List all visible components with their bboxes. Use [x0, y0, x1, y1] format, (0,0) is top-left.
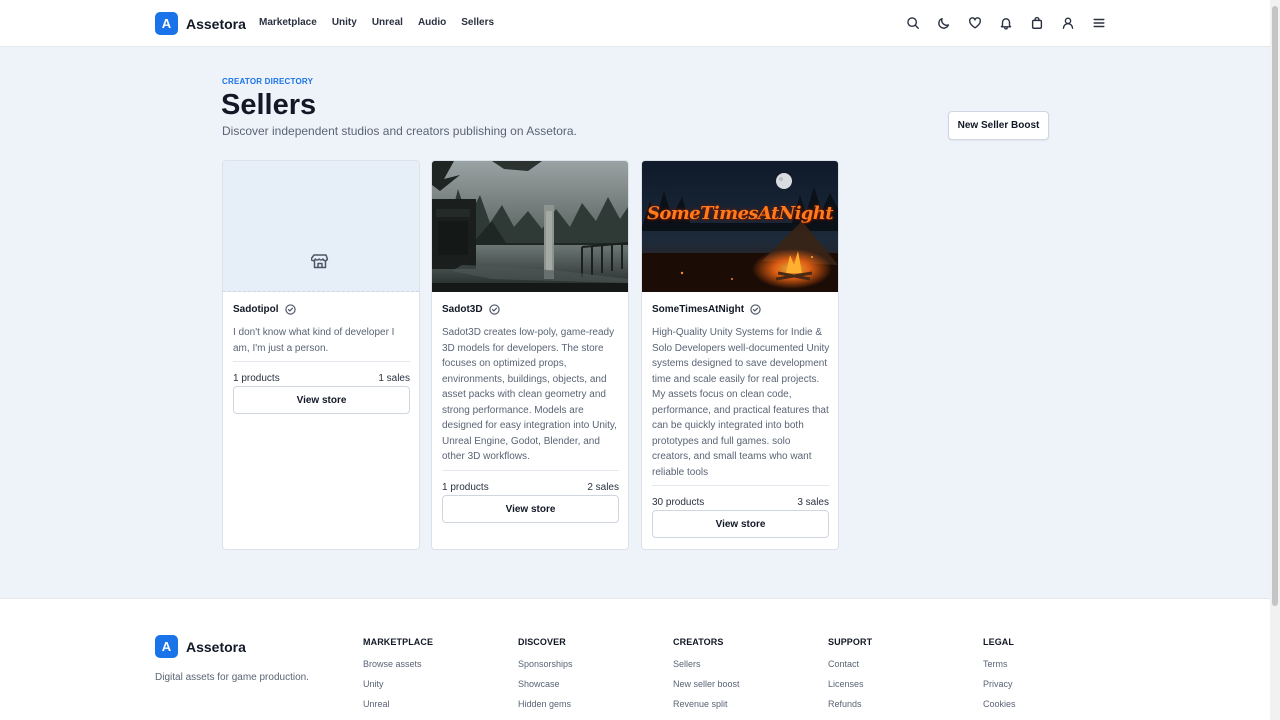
footer-link[interactable]: Revenue split: [673, 699, 740, 710]
footer-link[interactable]: Unreal: [363, 699, 433, 710]
footer-link[interactable]: New seller boost: [673, 679, 740, 690]
verified-check-icon: [284, 304, 296, 315]
footer-column-title: CREATORS: [673, 637, 724, 647]
view-store-button[interactable]: View store: [442, 495, 619, 523]
product-count: 1 products: [233, 373, 280, 384]
seller-card: SomeTimesAtNight SomeTimesAtNight High-Q…: [641, 160, 839, 550]
footer-column-support: SUPPORT Contact Licenses Refunds: [828, 637, 872, 719]
seller-name[interactable]: SomeTimesAtNight: [652, 304, 744, 315]
menu-icon[interactable]: [1090, 14, 1108, 32]
night-campfire-banner: [642, 161, 838, 292]
seller-name[interactable]: Sadot3D: [442, 304, 483, 315]
footer-link[interactable]: Refunds: [828, 699, 872, 710]
seller-name[interactable]: Sadotipol: [233, 304, 279, 315]
section-eyebrow: CREATOR DIRECTORY: [222, 77, 314, 86]
footer-column-discover: DISCOVER Sponsorships Showcase Hidden ge…: [518, 637, 573, 719]
product-count: 30 products: [652, 497, 705, 508]
banner-text: SomeTimesAtNight: [646, 203, 834, 224]
logo-mark-icon: A: [155, 12, 178, 35]
footer-link[interactable]: Sponsorships: [518, 659, 573, 670]
seller-stats: 1 products 1 sales: [233, 373, 410, 384]
moon-icon[interactable]: [935, 14, 953, 32]
seller-card: Sadot3D Sadot3D creates low-poly, game-r…: [431, 160, 629, 550]
seller-description: Sadot3D creates low-poly, game-ready 3D …: [442, 327, 617, 462]
footer-column-creators: CREATORS Sellers New seller boost Revenu…: [673, 637, 740, 719]
seller-stats: 30 products 3 sales: [652, 497, 829, 508]
footer-link[interactable]: Terms: [983, 659, 1016, 670]
footer-link[interactable]: Sellers: [673, 659, 740, 670]
seller-card-image: [432, 161, 628, 292]
view-store-button[interactable]: View store: [652, 510, 829, 538]
bell-icon[interactable]: [997, 14, 1015, 32]
sales-count: 2 sales: [587, 482, 619, 493]
sales-count: 3 sales: [797, 497, 829, 508]
footer-link[interactable]: Hidden gems: [518, 699, 573, 710]
divider: [442, 470, 619, 471]
page-title: Sellers: [221, 89, 317, 121]
footer-column-title: DISCOVER: [518, 637, 566, 647]
heart-icon[interactable]: [966, 14, 984, 32]
sales-count: 1 sales: [378, 373, 410, 384]
footer-brand-logo[interactable]: A Assetora: [155, 635, 246, 658]
seller-description: High-Quality Unity Systems for Indie & S…: [652, 327, 830, 478]
nav-item-unreal[interactable]: Unreal: [372, 17, 403, 28]
top-navigation-bar: A Assetora Marketplace Unity Unreal Audi…: [0, 0, 1280, 47]
header-actions: [904, 14, 1108, 32]
main-nav: Marketplace Unity Unreal Audio Sellers: [259, 17, 494, 28]
brand-name: Assetora: [186, 15, 246, 32]
nav-item-sellers[interactable]: Sellers: [461, 17, 494, 28]
seller-card: Sadotipol I don't know what kind of deve…: [222, 160, 420, 550]
footer-column-marketplace: MARKETPLACE Browse assets Unity Unreal: [363, 637, 433, 719]
brand-name: Assetora: [186, 638, 246, 655]
nav-item-unity[interactable]: Unity: [332, 17, 357, 28]
footer-tagline: Digital assets for game production.: [155, 672, 309, 683]
seller-card-image: SomeTimesAtNight: [642, 161, 838, 292]
page-scrollbar[interactable]: [1270, 0, 1280, 720]
view-store-button[interactable]: View store: [233, 386, 410, 414]
footer-column-title: LEGAL: [983, 637, 1014, 647]
product-count: 1 products: [442, 482, 489, 493]
footer-link[interactable]: Unity: [363, 679, 433, 690]
seller-description: I don't know what kind of developer I am…: [233, 327, 395, 354]
seller-stats: 1 products 2 sales: [442, 482, 619, 493]
footer-link[interactable]: Browse assets: [363, 659, 433, 670]
footer-link[interactable]: Cookies: [983, 699, 1016, 710]
brand-logo[interactable]: A Assetora: [155, 12, 246, 35]
footer-link[interactable]: Showcase: [518, 679, 573, 690]
page-subtitle: Discover independent studios and creator…: [222, 124, 577, 138]
footer-link[interactable]: Contact: [828, 659, 872, 670]
footer-column-title: MARKETPLACE: [363, 637, 434, 647]
user-icon[interactable]: [1059, 14, 1077, 32]
footer-column-title: SUPPORT: [828, 637, 873, 647]
divider: [233, 361, 410, 362]
new-seller-boost-button[interactable]: New Seller Boost: [948, 111, 1049, 140]
store-placeholder-icon: [310, 252, 329, 270]
cart-icon[interactable]: [1028, 14, 1046, 32]
site-footer: A Assetora Digital assets for game produ…: [0, 598, 1270, 720]
verified-check-icon: [488, 304, 500, 315]
verified-check-icon: [750, 304, 761, 315]
divider: [652, 485, 829, 486]
seller-card-image: [223, 161, 419, 292]
footer-link[interactable]: Licenses: [828, 679, 872, 690]
nav-item-audio[interactable]: Audio: [418, 17, 446, 28]
nav-item-marketplace[interactable]: Marketplace: [259, 17, 317, 28]
logo-mark-icon: A: [155, 635, 178, 658]
flooded-swamp-scene: [432, 161, 628, 292]
footer-link[interactable]: Privacy: [983, 679, 1016, 690]
footer-column-legal: LEGAL Terms Privacy Cookies: [983, 637, 1016, 719]
search-icon[interactable]: [904, 14, 922, 32]
scrollbar-thumb[interactable]: [1272, 6, 1278, 606]
